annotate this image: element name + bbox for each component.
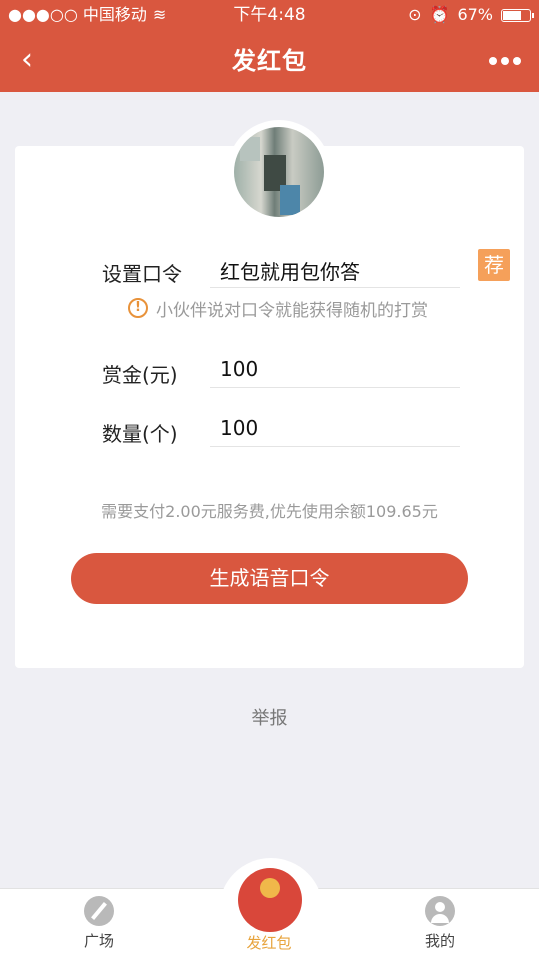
password-underline	[210, 287, 460, 288]
battery-icon	[501, 8, 534, 22]
alarm-icon: ⏰	[429, 5, 450, 24]
more-dots-icon[interactable]	[485, 46, 525, 76]
tab-mine[interactable]: 我的	[405, 888, 475, 960]
profile-icon	[425, 896, 455, 926]
recommend-button[interactable]: 荐	[478, 249, 510, 281]
warning-icon: !	[128, 298, 148, 318]
top-bar: ●●●○○ 中国移动 ≋ 下午4:48 ⊙ ⏰ 67% ‹ 发红包	[0, 0, 539, 92]
status-bar: ●●●○○ 中国移动 ≋ 下午4:48 ⊙ ⏰ 67%	[0, 0, 539, 30]
status-right: ⊙ ⏰ 67%	[408, 0, 534, 30]
tab-square[interactable]: 广场	[64, 888, 134, 960]
battery-percent: 67%	[457, 5, 493, 24]
count-label: 数量(个)	[102, 422, 178, 446]
navigation-bar: ‹ 发红包	[0, 30, 539, 92]
password-label: 设置口令	[102, 262, 182, 286]
tab-send-red-packet-label: 发红包	[246, 934, 292, 952]
avatar	[234, 127, 324, 217]
tab-mine-label: 我的	[424, 932, 455, 950]
count-underline	[210, 446, 460, 447]
reward-label: 赏金(元)	[102, 363, 178, 387]
generate-voice-password-button[interactable]: 生成语音口令	[71, 553, 468, 604]
reward-underline	[210, 387, 460, 388]
password-input[interactable]: 红包就用包你答	[220, 256, 360, 285]
fee-note: 需要支付2.00元服务费,优先使用余额109.65元	[101, 502, 438, 521]
rotation-lock-icon: ⊙	[408, 5, 422, 24]
hint-text: 小伙伴说对口令就能获得随机的打赏	[156, 300, 428, 321]
count-input[interactable]: 100	[220, 416, 258, 440]
page-title: 发红包	[232, 47, 307, 75]
tab-square-label: 广场	[83, 932, 114, 950]
reward-amount-input[interactable]: 100	[220, 357, 258, 381]
report-link[interactable]: 举报	[0, 704, 539, 730]
compass-icon	[84, 896, 114, 926]
tab-send-red-packet[interactable]: 发红包	[234, 888, 304, 960]
password-hint: ! 小伙伴说对口令就能获得随机的打赏	[128, 296, 428, 321]
